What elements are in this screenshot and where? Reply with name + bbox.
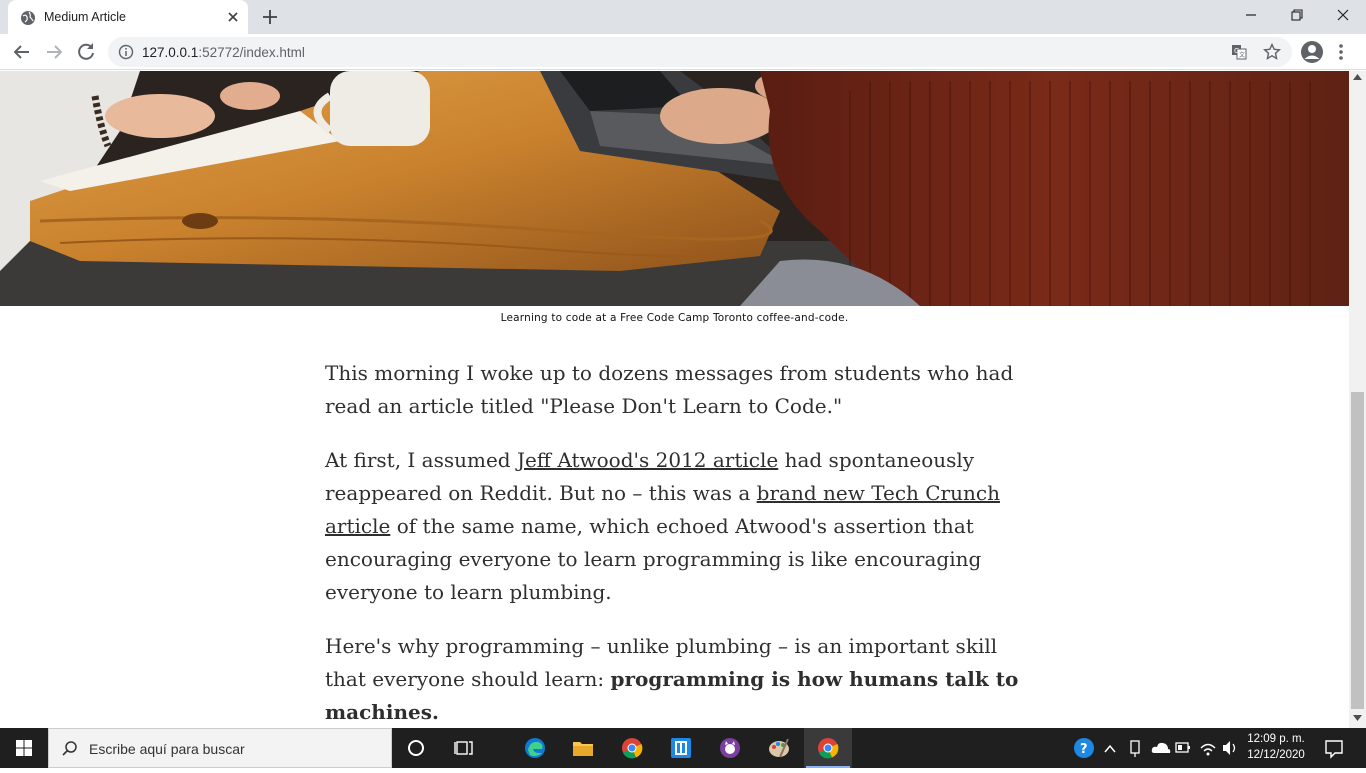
site-info-icon[interactable]	[118, 44, 134, 60]
more-menu-icon[interactable]	[1335, 42, 1347, 62]
cortana-button[interactable]	[392, 728, 440, 768]
browser-toolbar: 127.0.0.1:52772/index.html G 文	[0, 34, 1366, 70]
notifications-icon[interactable]	[1322, 728, 1346, 768]
purple-app-taskbar-icon[interactable]	[706, 728, 754, 768]
svg-text:?: ?	[1080, 742, 1088, 757]
tab-strip: Medium Article	[0, 0, 1366, 34]
scrollbar-thumb[interactable]	[1351, 392, 1364, 709]
folder-icon	[573, 742, 593, 756]
cortana-circle-icon	[408, 740, 424, 756]
task-view-icon	[454, 741, 473, 755]
forward-arrow-icon[interactable]	[42, 40, 66, 64]
close-window-button[interactable]	[1320, 0, 1366, 30]
clock-time: 12:09 p. m.	[1247, 733, 1305, 745]
paragraph-1: This morning I woke up to dozens message…	[325, 361, 1014, 418]
translate-icon[interactable]: G 文	[1231, 44, 1247, 60]
page-viewport: Learning to code at a Free Code Camp Tor…	[0, 71, 1349, 728]
minimize-button[interactable]	[1228, 0, 1274, 30]
coffee-code-photo	[0, 71, 1349, 306]
edge-taskbar-icon[interactable]	[511, 728, 559, 768]
bookmark-star-icon[interactable]	[1263, 43, 1281, 61]
paint-taskbar-icon[interactable]	[755, 728, 803, 768]
chrome-active-taskbar-icon[interactable]	[804, 728, 852, 768]
url-path: :52772/index.html	[198, 45, 305, 60]
url-text[interactable]: 127.0.0.1:52772/index.html	[142, 45, 305, 60]
restore-button[interactable]	[1274, 0, 1320, 30]
back-arrow-icon[interactable]	[10, 40, 34, 64]
hero-image	[0, 71, 1349, 306]
blue-app-icon	[671, 738, 691, 758]
p2-text-c: of the same name, which echoed Atwood's …	[325, 514, 982, 604]
url-host: 127.0.0.1	[142, 45, 199, 60]
profile-avatar-icon[interactable]	[1300, 40, 1324, 64]
jeff-atwood-article-link[interactable]: Jeff Atwood's 2012 article	[517, 448, 778, 472]
edge-icon	[525, 738, 545, 758]
start-button[interactable]	[0, 728, 48, 768]
tab-title: Medium Article	[44, 10, 126, 24]
chevron-up-icon[interactable]	[1102, 728, 1118, 768]
volume-icon[interactable]	[1220, 728, 1240, 768]
new-tab-icon[interactable]	[259, 7, 281, 27]
svg-text:文: 文	[1239, 51, 1245, 59]
battery-icon[interactable]	[1174, 728, 1192, 768]
reload-icon[interactable]	[74, 40, 98, 64]
close-tab-icon[interactable]	[224, 8, 242, 26]
address-bar[interactable]: 127.0.0.1:52772/index.html G 文	[108, 37, 1292, 67]
app-taskbar-icon[interactable]	[657, 728, 705, 768]
image-caption: Learning to code at a Free Code Camp Tor…	[500, 312, 849, 324]
paragraph-2: At first, I assumed Jeff Atwood's 2012 a…	[325, 444, 1030, 609]
chrome-icon	[818, 738, 839, 759]
paragraph-3: Here's why programming – unlike plumbing…	[325, 630, 1030, 728]
windows-taskbar: Escribe aquí para buscar ? 12:09 p. m. 1…	[0, 728, 1366, 768]
tab-medium-article[interactable]: Medium Article	[8, 0, 248, 34]
restore-icon	[1291, 9, 1303, 21]
usb-device-icon[interactable]	[1126, 728, 1144, 768]
wifi-icon[interactable]	[1198, 728, 1218, 768]
search-icon	[62, 741, 77, 756]
scroll-down-icon[interactable]	[1353, 715, 1362, 721]
article-body: This morning I woke up to dozens message…	[325, 357, 1030, 728]
minimize-icon	[1246, 14, 1256, 16]
windows-logo-icon	[16, 740, 32, 756]
onedrive-icon[interactable]	[1150, 728, 1172, 768]
purple-cat-icon	[720, 738, 740, 758]
globe-icon	[21, 11, 35, 25]
close-icon	[1337, 9, 1349, 21]
palette-icon	[769, 738, 789, 758]
help-icon[interactable]: ?	[1072, 728, 1096, 768]
taskbar-clock[interactable]: 12:09 p. m. 12/12/2020	[1240, 731, 1312, 763]
taskbar-search-box[interactable]: Escribe aquí para buscar	[48, 728, 392, 768]
vertical-scrollbar[interactable]	[1349, 71, 1366, 728]
task-view-button[interactable]	[440, 728, 488, 768]
chrome-taskbar-icon[interactable]	[608, 728, 656, 768]
scroll-up-icon[interactable]	[1353, 74, 1362, 80]
chrome-icon	[622, 738, 643, 759]
clock-date: 12/12/2020	[1247, 749, 1305, 761]
file-explorer-taskbar-icon[interactable]	[559, 728, 607, 768]
p2-text-a: At first, I assumed	[325, 448, 517, 472]
search-placeholder: Escribe aquí para buscar	[89, 741, 245, 757]
